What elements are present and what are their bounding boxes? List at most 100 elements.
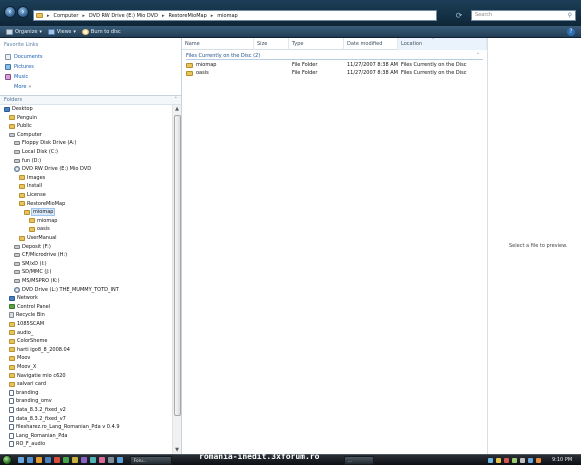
refresh-button[interactable]: ⟳ bbox=[452, 10, 466, 21]
tree-item[interactable]: Install bbox=[19, 182, 42, 190]
tree-item[interactable]: Navigatie mio c620 bbox=[9, 372, 66, 380]
user-folder-icon bbox=[9, 115, 15, 121]
breadcrumb-computer[interactable]: Computer bbox=[54, 13, 79, 19]
breadcrumb-dvd-drive[interactable]: DVD RW Drive (E:) Mio DVD bbox=[89, 13, 158, 19]
column-header-date-modified[interactable]: Date modified bbox=[344, 38, 398, 50]
scroll-down-arrow-icon[interactable]: ▼ bbox=[173, 446, 181, 454]
taskbar-button-forum[interactable]: Foru... bbox=[130, 456, 172, 465]
app-icon[interactable] bbox=[81, 457, 87, 463]
tree-item[interactable]: Computer bbox=[9, 131, 42, 139]
breadcrumb[interactable]: ▸ Computer ▸ DVD RW Drive (E:) Mio DVD ▸… bbox=[33, 10, 437, 21]
show-desktop-icon[interactable] bbox=[18, 457, 24, 463]
organize-button[interactable]: Organize ▾ bbox=[6, 28, 42, 35]
app-icon[interactable] bbox=[90, 457, 96, 463]
tree-item[interactable]: filesharez.ro_Lang_Romanian_Pda v 0.4.9 bbox=[9, 423, 120, 431]
tray-icon[interactable] bbox=[536, 458, 541, 463]
scroll-up-arrow-icon[interactable]: ▲ bbox=[173, 105, 181, 113]
tree-item[interactable]: salvari card bbox=[9, 380, 46, 388]
app-icon[interactable] bbox=[54, 457, 60, 463]
tree-item[interactable]: SM/xD (I:) bbox=[14, 260, 47, 268]
tree-item[interactable]: Desktop bbox=[4, 105, 33, 113]
tree-item[interactable]: Lang_Romanian_Pda bbox=[9, 432, 67, 440]
folders-header[interactable]: Folders ˄ bbox=[0, 95, 181, 105]
app-icon[interactable] bbox=[72, 457, 78, 463]
tree-item[interactable]: Network bbox=[9, 294, 38, 302]
tree-item[interactable]: miomap bbox=[24, 208, 56, 217]
table-row[interactable]: oasis File Folder 11/27/2007 8:38 AM Fil… bbox=[182, 69, 487, 77]
tray-icon[interactable] bbox=[496, 458, 501, 463]
tray-volume-icon[interactable] bbox=[520, 458, 525, 463]
tree-item[interactable]: data_8.3.2_fixed_v7 bbox=[9, 415, 66, 423]
help-button[interactable]: ? bbox=[567, 28, 575, 36]
tree-item[interactable]: UserManual bbox=[19, 234, 57, 242]
tree-item[interactable]: miomap bbox=[29, 217, 57, 225]
start-button[interactable] bbox=[2, 455, 12, 465]
tree-item[interactable]: CF/Microdrive (H:) bbox=[14, 251, 67, 259]
tree-item[interactable]: ColorSheme bbox=[9, 337, 47, 345]
app-icon[interactable] bbox=[63, 457, 69, 463]
tree-item[interactable]: Deposit (F:) bbox=[14, 243, 51, 251]
tree-item[interactable]: RestoreMioMap bbox=[19, 200, 65, 208]
tree-item[interactable]: DVD Drive (L:) THE_MUMMY_TOTD_INT bbox=[14, 286, 119, 294]
media-player-icon[interactable] bbox=[36, 457, 42, 463]
tray-icon[interactable] bbox=[504, 458, 509, 463]
tree-item[interactable]: 1085SCAM bbox=[9, 320, 44, 328]
tree-item[interactable]: Control Panel bbox=[9, 303, 50, 311]
tree-item[interactable]: Penguin bbox=[9, 114, 37, 122]
tree-item[interactable]: Floppy Disk Drive (A:) bbox=[14, 139, 76, 147]
app-icon[interactable] bbox=[99, 457, 105, 463]
burn-to-disc-button[interactable]: Burn to disc bbox=[81, 28, 121, 35]
tree-item-label: UserManual bbox=[27, 235, 57, 241]
breadcrumb-restoremiomap[interactable]: RestoreMioMap bbox=[168, 13, 206, 19]
app-icon[interactable] bbox=[117, 457, 123, 463]
more-links-button[interactable]: More» bbox=[14, 84, 31, 90]
tray-icon[interactable] bbox=[512, 458, 517, 463]
chevron-right-icon[interactable]: ▸ bbox=[47, 13, 50, 19]
taskbar-button-window[interactable]: ... bbox=[344, 456, 374, 465]
tree-item[interactable]: RO_F_audio bbox=[9, 440, 45, 448]
tree-item[interactable]: SD/MMC (J:) bbox=[14, 268, 51, 276]
favorite-link-music[interactable]: Music bbox=[5, 74, 28, 80]
tree-item[interactable]: Images bbox=[19, 174, 45, 182]
search-input[interactable]: Search ⚲ bbox=[471, 10, 576, 21]
breadcrumb-miomap[interactable]: miomap bbox=[217, 13, 237, 19]
chevron-right-icon[interactable]: ▸ bbox=[82, 13, 85, 19]
group-header[interactable]: Files Currently on the Disc (2) ˄ bbox=[186, 52, 483, 60]
tree-item[interactable]: harti igo8_8_2008.04 bbox=[9, 346, 70, 354]
favorite-link-documents[interactable]: Documents bbox=[5, 54, 43, 60]
tree-item[interactable]: License bbox=[19, 191, 46, 199]
internet-explorer-icon[interactable] bbox=[27, 457, 33, 463]
tree-item[interactable]: oasis bbox=[29, 225, 50, 233]
tree-item[interactable]: Moov_X bbox=[9, 363, 36, 371]
tree-item[interactable]: branding bbox=[9, 389, 38, 397]
tray-network-icon[interactable] bbox=[488, 458, 493, 463]
tree-item[interactable]: DVD RW Drive (E:) Mio DVD bbox=[14, 165, 91, 173]
tree-item[interactable]: Moov bbox=[9, 354, 30, 362]
tree-item[interactable]: fun (D:) bbox=[14, 157, 41, 165]
column-header-type[interactable]: Type bbox=[289, 38, 344, 50]
tree-item[interactable]: branding_omv bbox=[9, 397, 52, 405]
favorite-link-pictures[interactable]: Pictures bbox=[5, 64, 34, 70]
back-button[interactable]: ‹ bbox=[4, 6, 16, 18]
column-header-name[interactable]: Name bbox=[182, 38, 254, 50]
folder-tree-scrollbar[interactable]: ▲ ▼ bbox=[172, 105, 181, 454]
table-row[interactable]: miomap File Folder 11/27/2007 8:38 AM Fi… bbox=[182, 61, 487, 69]
column-header-size[interactable]: Size bbox=[254, 38, 289, 50]
switch-windows-icon[interactable] bbox=[45, 457, 51, 463]
tree-item[interactable]: Local Disk (C:) bbox=[14, 148, 58, 156]
tree-item[interactable]: Recycle Bin bbox=[9, 311, 45, 319]
tree-item[interactable]: data_8.3.2_fixed_v2 bbox=[9, 406, 66, 414]
app-icon[interactable] bbox=[108, 457, 114, 463]
column-header-location[interactable]: Location bbox=[398, 38, 487, 50]
forward-button[interactable]: › bbox=[17, 6, 29, 18]
clock[interactable]: 9:10 PM bbox=[552, 455, 572, 465]
views-button[interactable]: Views ▾ bbox=[47, 28, 76, 35]
tree-item[interactable]: MS/MSPRO (K:) bbox=[14, 277, 60, 285]
scrollbar-thumb[interactable] bbox=[174, 115, 181, 416]
chevron-right-icon[interactable]: ▸ bbox=[211, 13, 214, 19]
chevron-right-icon[interactable]: ▸ bbox=[162, 13, 165, 19]
search-icon[interactable]: ⚲ bbox=[568, 12, 572, 19]
tree-item[interactable]: audio_ bbox=[9, 329, 33, 337]
tray-icon[interactable] bbox=[528, 458, 533, 463]
tree-item[interactable]: Public bbox=[9, 122, 32, 130]
